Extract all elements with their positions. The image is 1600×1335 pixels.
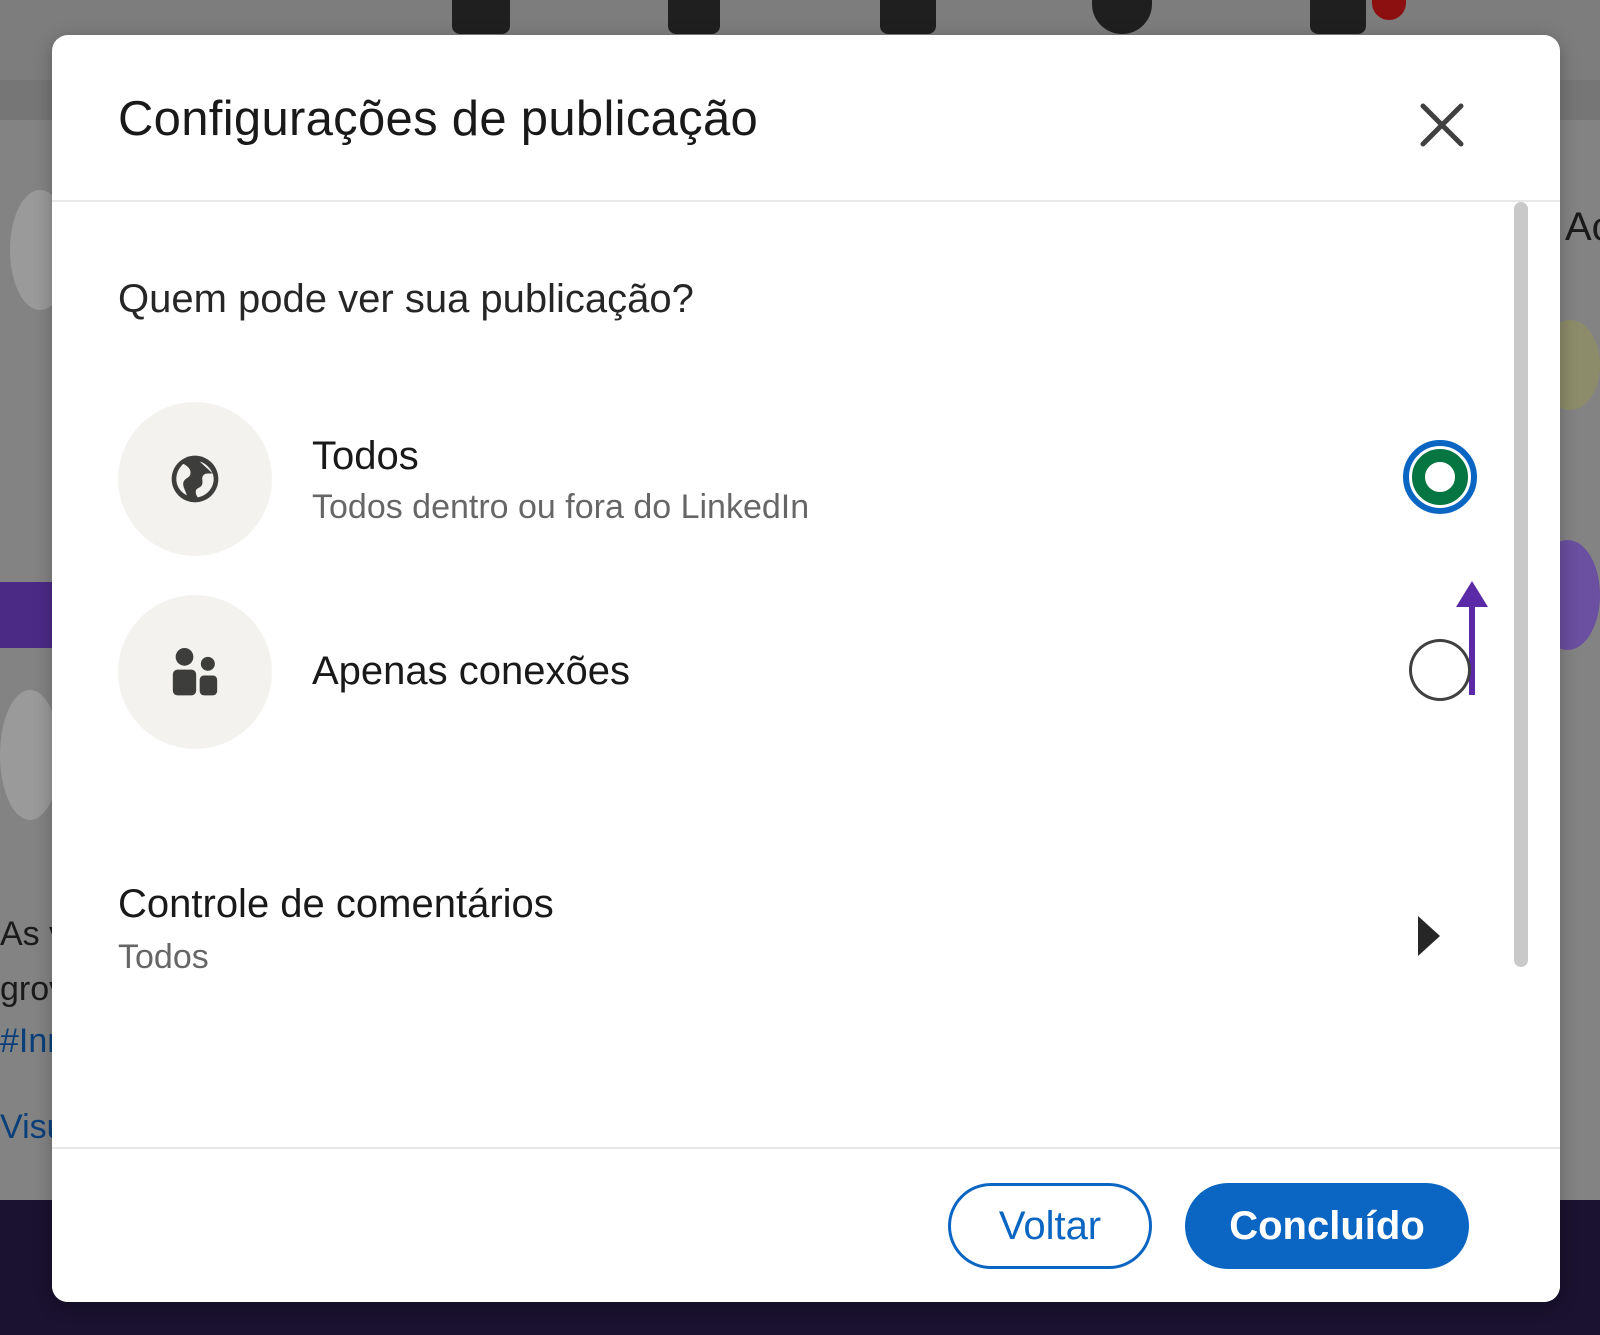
option-title: Apenas conexões <box>312 649 631 693</box>
radio-selected-dot <box>1412 449 1468 505</box>
visibility-option-anyone[interactable]: Todos Todos dentro ou fora do LinkedIn <box>118 402 1508 556</box>
modal-body: Quem pode ver sua publicação? Todos Todo… <box>52 202 1560 1147</box>
visibility-question: Quem pode ver sua publicação? <box>118 277 694 321</box>
post-settings-modal: Configurações de publicação Quem pode ve… <box>52 35 1560 1302</box>
radio-anyone-selected[interactable] <box>1403 440 1477 514</box>
modal-title: Configurações de publicação <box>118 92 759 146</box>
option-subtitle: Todos dentro ou fora do LinkedIn <box>312 488 810 526</box>
globe-icon <box>171 455 219 503</box>
home-icon <box>452 0 510 34</box>
comment-control-value: Todos <box>118 938 209 976</box>
background-banner <box>0 582 52 648</box>
network-icon <box>668 0 720 34</box>
visibility-option-connections[interactable]: Apenas conexões <box>118 595 1508 749</box>
background-right-column <box>1560 120 1600 1220</box>
close-button[interactable] <box>1407 90 1477 160</box>
jobs-icon <box>880 0 936 34</box>
radio-connections[interactable] <box>1409 639 1471 701</box>
scrollbar-thumb[interactable] <box>1514 202 1528 967</box>
back-button[interactable]: Voltar <box>948 1183 1152 1269</box>
close-icon <box>1420 103 1464 147</box>
background-avatar <box>0 690 60 820</box>
option-icon-container <box>118 595 272 749</box>
background-text: Ac <box>1565 205 1600 249</box>
chevron-right-icon <box>1418 916 1440 956</box>
people-icon <box>172 647 218 696</box>
modal-footer: Voltar Concluído <box>52 1147 1560 1302</box>
notifications-icon <box>1310 0 1366 34</box>
option-icon-container <box>118 402 272 556</box>
comment-control-row[interactable]: Controle de comentários Todos <box>118 882 1508 992</box>
modal-header: Configurações de publicação <box>52 35 1560 202</box>
option-title: Todos <box>312 434 419 478</box>
done-button[interactable]: Concluído <box>1185 1183 1469 1269</box>
comment-control-title: Controle de comentários <box>118 882 554 926</box>
